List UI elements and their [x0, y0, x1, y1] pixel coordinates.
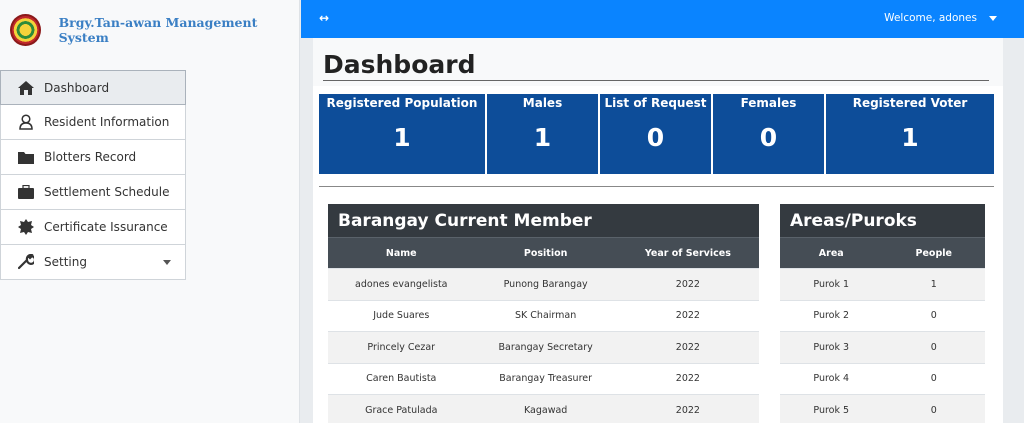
- stat-females: Females 0: [713, 94, 826, 174]
- briefcase-icon: [17, 183, 35, 201]
- stat-label: List of Request: [604, 96, 707, 110]
- areas-table: Area People Purok 1 1 Purok 2 0 Purok 3 …: [780, 237, 985, 423]
- stat-label: Registered Population: [326, 96, 478, 110]
- sidebar-item-label: Blotters Record: [44, 150, 137, 164]
- table-header-row: Area People: [780, 237, 985, 269]
- stat-value: 0: [646, 123, 665, 152]
- table-row: Purok 2 0: [780, 299, 985, 332]
- divider: [319, 186, 994, 187]
- table-row: Grace Patulada Kagawad 2022: [328, 394, 759, 423]
- cell-people: 0: [882, 362, 985, 395]
- sidebar-item-label: Resident Information: [44, 115, 170, 129]
- cell-position: Barangay Treasurer: [474, 362, 617, 395]
- cell-name: Princely Cezar: [328, 331, 475, 363]
- certificate-badge-icon: [17, 218, 35, 236]
- cell-name: Grace Patulada: [328, 394, 475, 423]
- wrench-icon: [17, 253, 35, 271]
- brand-title: Brgy.Tan-awan Management System: [58, 15, 258, 45]
- barangay-seal-logo: [10, 14, 41, 46]
- chevron-down-icon[interactable]: [989, 16, 997, 21]
- sidebar: Brgy.Tan-awan Management System Dashboar…: [0, 0, 300, 423]
- sidebar-item-label: Dashboard: [44, 80, 110, 95]
- table-row: Purok 1 1: [780, 268, 985, 300]
- table-row: Jude Suares SK Chairman 2022: [328, 299, 759, 332]
- cell-people: 0: [882, 299, 985, 332]
- stat-label: Males: [522, 96, 563, 110]
- folder-icon: [17, 148, 35, 166]
- cell-name: adones evangelista: [328, 268, 475, 300]
- members-card-title: Barangay Current Member: [328, 204, 759, 237]
- cell-year: 2022: [616, 331, 759, 363]
- areas-card: Areas/Puroks Area People Purok 1 1 Purok…: [780, 204, 985, 423]
- user-icon: [17, 113, 35, 131]
- cell-area: Purok 4: [780, 362, 883, 395]
- column-header-area: Area: [780, 237, 883, 269]
- cell-people: 0: [882, 331, 985, 363]
- table-row: Purok 3 0: [780, 331, 985, 363]
- cell-year: 2022: [616, 268, 759, 300]
- page-title: Dashboard: [323, 50, 476, 79]
- sidebar-item-setting[interactable]: Setting: [0, 245, 186, 280]
- members-card: Barangay Current Member Name Position Ye…: [328, 204, 759, 423]
- column-header-people: People: [882, 237, 985, 269]
- sidebar-item-dashboard[interactable]: Dashboard: [0, 70, 186, 105]
- home-icon: [17, 79, 35, 97]
- cell-area: Purok 5: [780, 394, 883, 423]
- table-row: Purok 4 0: [780, 362, 985, 395]
- sidebar-toggle-icon[interactable]: ↔: [319, 11, 329, 25]
- stat-value: 1: [393, 123, 411, 152]
- column-header-year: Year of Services: [616, 237, 759, 269]
- cell-area: Purok 2: [780, 299, 883, 332]
- sidebar-item-label: Settlement Schedule: [44, 185, 170, 199]
- stat-label: Registered Voter: [852, 96, 968, 110]
- divider: [323, 80, 989, 81]
- main-content: Registered Population 1 Males 1 List of …: [313, 86, 1003, 423]
- cell-people: 0: [882, 394, 985, 423]
- page-heading: Dashboard: [313, 38, 1003, 86]
- stat-value: 1: [901, 123, 919, 152]
- table-row: Purok 5 0: [780, 394, 985, 423]
- stat-value: 1: [533, 123, 552, 152]
- chevron-down-icon: [163, 259, 171, 265]
- topbar: ↔ Welcome, adones: [301, 0, 1024, 38]
- column-header-name: Name: [328, 237, 475, 269]
- table-row: adones evangelista Punong Barangay 2022: [328, 268, 759, 300]
- cell-position: Punong Barangay: [474, 268, 617, 300]
- sidebar-item-certificate-issurance[interactable]: Certificate Issurance: [0, 210, 186, 245]
- column-header-position: Position: [474, 237, 617, 269]
- cell-name: Jude Suares: [328, 299, 475, 332]
- cell-position: Kagawad: [474, 394, 617, 423]
- user-menu[interactable]: Welcome, adones: [884, 12, 977, 24]
- sidebar-item-label: Certificate Issurance: [44, 220, 168, 234]
- sidebar-item-resident-information[interactable]: Resident Information: [0, 105, 186, 140]
- cell-name: Caren Bautista: [328, 362, 475, 395]
- table-row: Princely Cezar Barangay Secretary 2022: [328, 331, 759, 363]
- stat-label: Females: [740, 96, 797, 110]
- table-row: Caren Bautista Barangay Treasurer 2022: [328, 362, 759, 395]
- stat-list-of-request: List of Request 0: [600, 94, 713, 174]
- cell-position: SK Chairman: [474, 299, 617, 332]
- cell-area: Purok 1: [780, 268, 883, 300]
- members-table: Name Position Year of Services adones ev…: [328, 237, 759, 423]
- cell-year: 2022: [616, 394, 759, 423]
- sidebar-item-settlement-schedule[interactable]: Settlement Schedule: [0, 175, 186, 210]
- cell-position: Barangay Secretary: [474, 331, 617, 363]
- stats-row: Registered Population 1 Males 1 List of …: [319, 94, 994, 174]
- areas-card-title: Areas/Puroks: [780, 204, 985, 237]
- stat-value: 0: [759, 123, 778, 152]
- stat-registered-voter: Registered Voter 1: [826, 94, 994, 174]
- cell-year: 2022: [616, 362, 759, 395]
- cell-area: Purok 3: [780, 331, 883, 363]
- sidebar-nav: Dashboard Resident Information Blotters …: [0, 70, 186, 280]
- table-header-row: Name Position Year of Services: [328, 237, 759, 269]
- sidebar-item-label: Setting: [44, 255, 87, 269]
- sidebar-item-blotters-record[interactable]: Blotters Record: [0, 140, 186, 175]
- stat-registered-population: Registered Population 1: [319, 94, 487, 174]
- cell-people: 1: [882, 268, 985, 300]
- cell-year: 2022: [616, 299, 759, 332]
- stat-males: Males 1: [487, 94, 600, 174]
- brand: Brgy.Tan-awan Management System: [0, 0, 299, 60]
